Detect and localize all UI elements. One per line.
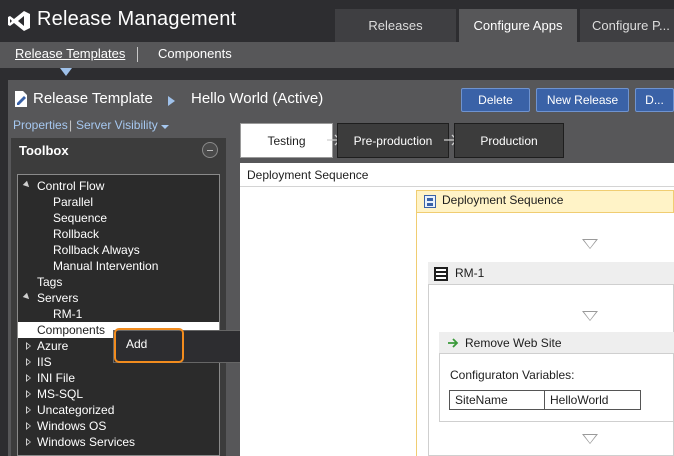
tab-configure-paths[interactable]: Configure P... [580,9,674,42]
tab-configure-apps[interactable]: Configure Apps [459,9,577,42]
tree-item-iis[interactable]: IIS [37,354,52,370]
collapsed-icon[interactable] [26,390,31,398]
collapsed-icon[interactable] [26,358,31,366]
variable-value-field[interactable]: HelloWorld [545,391,640,409]
deployment-sequence-label: Deployment Sequence [442,193,564,207]
collapsed-icon[interactable] [26,374,31,382]
server-icon [434,267,448,281]
collapsed-icon[interactable] [26,406,31,414]
collapsed-icon[interactable] [26,342,31,350]
stage-testing[interactable]: Testing [240,123,333,158]
collapsed-icon[interactable] [26,422,31,430]
properties-link[interactable]: Properties [13,118,68,132]
canvas-header-label: Deployment Sequence [247,168,369,182]
drop-target-arrow-icon[interactable] [582,434,598,444]
toolbox-title: Toolbox [19,143,69,158]
stage-pre-production[interactable]: Pre-production [337,123,449,158]
subnav-components[interactable]: Components [158,46,232,61]
tree-item-ini-file[interactable]: INI File [37,370,75,386]
template-name: Hello World (Active) [191,90,324,107]
tree-item-azure[interactable]: Azure [37,338,68,354]
active-subnav-indicator-icon [60,68,72,76]
tree-item-control-flow[interactable]: Control Flow [37,178,104,194]
subnav-release-templates[interactable]: Release Templates [15,46,125,61]
tree-item-servers[interactable]: Servers [37,290,78,306]
context-menu-add[interactable]: Add [126,337,147,351]
variables-table: SiteName HelloWorld [449,390,641,410]
tree-item-rollback-always[interactable]: Rollback Always [53,242,140,258]
tree-item-windows-services[interactable]: Windows Services [37,434,135,450]
subnav-divider [137,47,138,62]
drop-target-arrow-icon[interactable] [582,239,598,249]
delete-button[interactable]: Delete [461,88,530,112]
server-visibility-link[interactable]: Server Visibility [76,118,158,132]
tree-item-rm-1[interactable]: RM-1 [53,306,82,322]
action-activity-label: Remove Web Site [465,336,562,350]
app-title: Release Management [37,8,237,30]
tree-item-windows-os[interactable]: Windows OS [37,418,106,434]
new-release-button[interactable]: New Release [536,88,629,112]
sequence-icon [424,195,436,208]
green-arrow-icon [448,338,459,348]
context-menu-highlight [114,328,184,363]
sub-navigation: Release Templates Components [0,42,674,68]
tree-item-manual-intervention[interactable]: Manual Intervention [53,258,158,274]
tab-releases[interactable]: Releases [335,9,456,42]
visual-studio-logo-icon [8,11,30,31]
link-separator: | [69,118,73,132]
drop-target-arrow-icon[interactable] [582,311,598,321]
server-visibility-dropdown-icon[interactable] [161,125,169,129]
server-activity-label: RM-1 [455,266,485,280]
tree-item-parallel[interactable]: Parallel [53,194,93,210]
tree-item-rollback[interactable]: Rollback [53,226,99,242]
configuration-variables-label: Configuraton Variables: [450,368,575,382]
tree-item-sequence[interactable]: Sequence [53,210,107,226]
stage-production[interactable]: Production [454,123,564,158]
page-title: Release Template [33,90,153,107]
tree-item-ms-sql[interactable]: MS-SQL [37,386,83,402]
collapse-toolbox-icon[interactable] [202,142,218,158]
tree-item-uncategorized[interactable]: Uncategorized [37,402,114,418]
document-edit-icon [15,91,27,107]
title-bar: Release Management Releases Configure Ap… [0,0,674,42]
tree-item-tags[interactable]: Tags [37,274,62,290]
variable-name-cell: SiteName [450,391,545,409]
breadcrumb-arrow-icon [168,96,175,106]
collapsed-icon[interactable] [26,438,31,446]
more-button[interactable]: D... [635,88,674,112]
